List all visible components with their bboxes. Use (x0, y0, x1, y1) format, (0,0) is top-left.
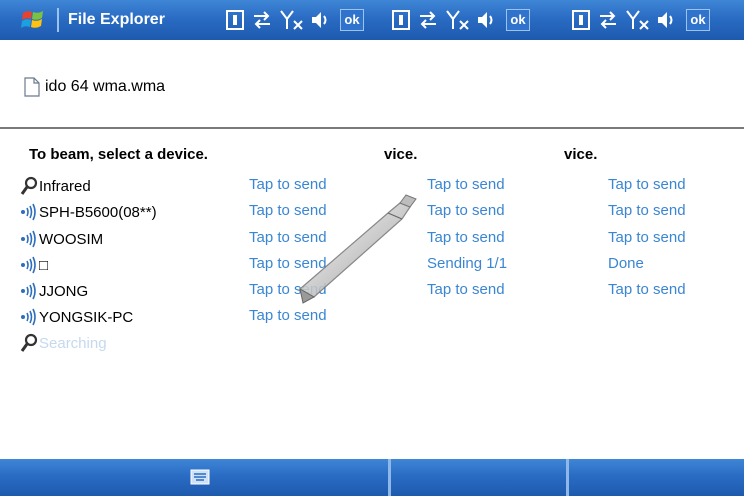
title-separator (57, 8, 59, 32)
command-bar (0, 459, 382, 496)
command-bar-separator (388, 459, 391, 496)
tap-to-send-link[interactable]: Tap to send (249, 202, 327, 219)
tap-to-send-link[interactable]: Tap to send (427, 229, 505, 246)
tap-to-send-link[interactable]: Tap to send (608, 229, 686, 246)
beam-screen-1: File Explorer ok ido 64 wma.wma To beam,… (0, 0, 382, 496)
input-mode-icon[interactable] (226, 8, 244, 32)
device-name: SPH-B5600(08**) (39, 203, 157, 221)
file-entry: ido 64 wma.wma (24, 74, 165, 100)
signal-off-icon[interactable] (446, 8, 470, 32)
beam-screen-3: ok vice. Tap to send Tap to send Tap to … (562, 0, 744, 496)
device-row-infrared[interactable]: Infrared (20, 174, 91, 198)
title-bar: ok (382, 0, 562, 40)
title-bar: File Explorer ok (0, 0, 382, 40)
bluetooth-device-icon (21, 256, 36, 274)
beam-heading: vice. (564, 146, 598, 163)
bluetooth-device-icon (21, 203, 36, 221)
tap-to-send-link[interactable]: Tap to send (608, 281, 686, 298)
tap-to-send-link[interactable]: Tap to send (427, 281, 505, 298)
divider (562, 127, 744, 129)
tap-to-send-link[interactable]: Tap to send (249, 229, 327, 246)
device-name: □ (39, 256, 49, 274)
tap-to-send-link[interactable]: Tap to send (249, 255, 327, 272)
input-mode-icon[interactable] (392, 8, 410, 32)
tap-to-send-link[interactable]: Tap to send (427, 176, 505, 193)
done-status: Done (608, 255, 644, 272)
volume-icon[interactable] (310, 8, 332, 32)
tap-to-send-link[interactable]: Tap to send (249, 307, 327, 324)
command-bar (562, 459, 744, 496)
connectivity-icon[interactable] (252, 8, 272, 32)
device-row-sph-b5600[interactable]: SPH-B5600(08**) (20, 200, 157, 224)
device-row-jjong[interactable]: JJONG (20, 279, 88, 303)
device-row-unnamed[interactable]: □ (20, 253, 48, 277)
command-bar-separator (566, 459, 569, 496)
connectivity-icon[interactable] (598, 8, 618, 32)
divider (382, 127, 562, 129)
start-menu-icon[interactable] (20, 7, 46, 33)
beam-heading: To beam, select a device. (29, 146, 208, 163)
document-icon (24, 77, 40, 97)
ok-button[interactable]: ok (506, 9, 530, 31)
sending-status: Sending 1/1 (427, 255, 508, 272)
searching-status: Searching (39, 334, 107, 352)
connectivity-icon[interactable] (418, 8, 438, 32)
device-name: WOOSIM (39, 230, 104, 248)
device-row-yongsik-pc[interactable]: YONGSIK-PC (20, 305, 133, 329)
signal-off-icon[interactable] (626, 8, 650, 32)
volume-icon[interactable] (476, 8, 498, 32)
beam-heading: vice. (384, 146, 418, 163)
tap-to-send-link[interactable]: Tap to send (249, 176, 327, 193)
bluetooth-device-icon (21, 308, 36, 326)
ok-button[interactable]: ok (686, 9, 710, 31)
file-name: ido 64 wma.wma (45, 78, 166, 95)
keyboard-icon[interactable] (190, 469, 210, 485)
device-name: YONGSIK-PC (39, 308, 134, 326)
command-bar (382, 459, 562, 496)
device-row-woosim[interactable]: WOOSIM (20, 227, 103, 251)
app-title: File Explorer (68, 11, 165, 28)
beam-screen-2: ok vice. Tap to send Tap to send Tap to … (382, 0, 562, 496)
tap-to-send-link[interactable]: Tap to send (608, 176, 686, 193)
bluetooth-device-icon (21, 230, 36, 248)
input-mode-icon[interactable] (572, 8, 590, 32)
search-icon (20, 333, 38, 352)
divider (0, 127, 382, 129)
ok-button[interactable]: ok (340, 9, 364, 31)
signal-off-icon[interactable] (280, 8, 304, 32)
volume-icon[interactable] (656, 8, 678, 32)
title-bar: ok (562, 0, 744, 40)
device-name: JJONG (39, 282, 89, 300)
tap-to-send-link[interactable]: Tap to send (608, 202, 686, 219)
tap-to-send-link[interactable]: Tap to send (249, 281, 327, 298)
tap-to-send-link[interactable]: Tap to send (427, 202, 505, 219)
bluetooth-device-icon (21, 282, 36, 300)
search-icon (20, 176, 38, 195)
device-name: Infrared (39, 177, 91, 195)
device-row-searching: Searching (20, 331, 107, 355)
